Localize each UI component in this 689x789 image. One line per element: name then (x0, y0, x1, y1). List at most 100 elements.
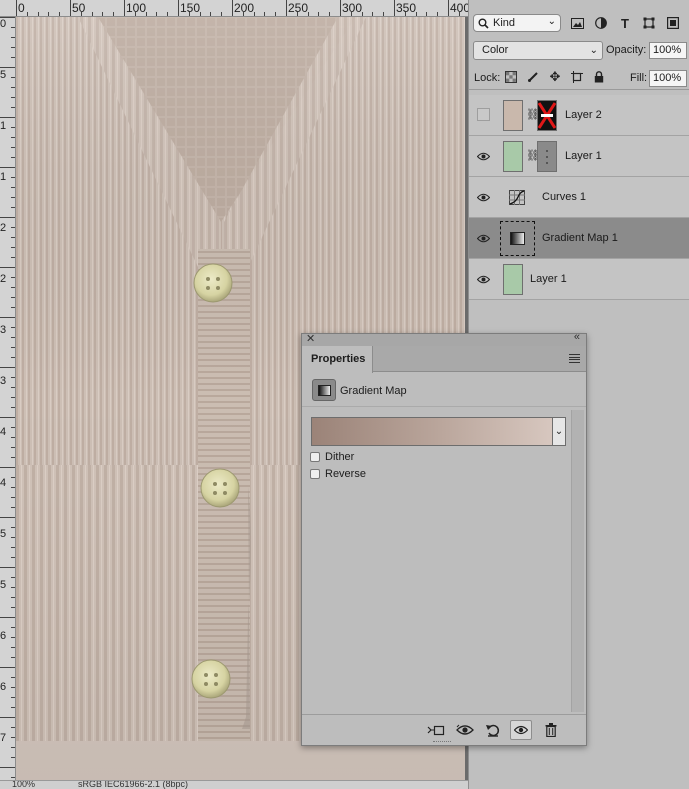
ruler-tick (11, 227, 15, 228)
eye-icon[interactable] (475, 189, 491, 205)
collapse-icon[interactable]: « (574, 331, 580, 343)
panel-scrollbar[interactable] (571, 410, 584, 712)
ruler-tick (11, 197, 15, 198)
adjustment-type-row: Gradient Map (302, 372, 586, 407)
kind-filter-select[interactable]: Kind ⌄ (473, 14, 561, 32)
ruler-label: 4 (0, 426, 7, 438)
layer-mask-thumbnail[interactable] (537, 141, 557, 172)
adjustment-type-label: Gradient Map (340, 385, 407, 397)
ruler-label: 7 (0, 732, 7, 744)
layer-row[interactable]: Curves 1 (469, 177, 689, 218)
layer-thumbnail[interactable] (503, 141, 523, 172)
toggle-visibility-icon[interactable] (510, 720, 532, 740)
reset-icon[interactable] (482, 720, 504, 740)
blend-row: Color ⌄ Opacity: 100% (469, 40, 689, 62)
ruler-tick (275, 12, 277, 16)
tab-properties[interactable]: Properties (302, 346, 373, 373)
view-previous-state-icon[interactable] (454, 720, 476, 740)
fill-field[interactable]: 100% (649, 70, 687, 87)
dither-option[interactable]: Dither (310, 450, 354, 464)
ruler-label: 0 (18, 1, 25, 15)
ruler-tick (11, 77, 15, 78)
eye-icon[interactable] (475, 271, 491, 287)
lock-all-icon[interactable] (592, 70, 606, 84)
layer-name[interactable]: Layer 1 (565, 150, 602, 162)
layer-name[interactable]: Gradient Map 1 (542, 232, 618, 244)
ruler-tick (167, 12, 169, 16)
ruler-tick (0, 117, 15, 118)
layer-row[interactable]: ⛓ Layer 2 (469, 95, 689, 136)
layer-row[interactable]: ⛓ Layer 1 (469, 136, 689, 177)
close-icon[interactable]: ✕ (306, 332, 315, 345)
ruler-tick (11, 427, 15, 428)
opacity-field[interactable]: 100% (649, 42, 687, 59)
opacity-label: Opacity: (606, 44, 647, 56)
button-3 (191, 659, 231, 699)
ruler-tick (11, 277, 15, 278)
ruler-tick (11, 687, 15, 688)
status-bar: 100% sRGB IEC61966-2.1 (8bpc) (0, 780, 468, 789)
vertical-ruler[interactable]: 0 5 1 1 2 2 3 3 4 4 5 5 6 6 7 (0, 17, 16, 780)
ruler-tick (178, 0, 179, 16)
layer-mask-thumbnail[interactable] (537, 100, 557, 131)
blend-mode-select[interactable]: Color ⌄ (473, 41, 603, 60)
layer-thumbnail[interactable] (503, 100, 523, 131)
gradient-map-icon (312, 379, 336, 401)
fill-label: Fill: (630, 72, 648, 84)
panel-title-bar[interactable]: ✕ « (302, 331, 586, 346)
properties-panel[interactable]: ✕ « Properties Gradient Map ⌄ Dither Rev… (301, 331, 587, 746)
clip-to-layer-icon[interactable] (425, 720, 447, 740)
dither-checkbox[interactable] (310, 452, 320, 462)
ruler-tick (0, 717, 15, 718)
ruler-tick (0, 217, 15, 218)
adjustment-thumbnail-frame[interactable] (500, 221, 535, 256)
adjustment-filter-icon[interactable] (594, 16, 608, 30)
gradient-picker-dropdown[interactable]: ⌄ (552, 417, 566, 446)
ruler-tick (11, 57, 15, 58)
lock-image-pixels-icon[interactable] (526, 70, 540, 84)
ruler-tick (0, 767, 15, 768)
gradient-preview-bar[interactable] (311, 417, 553, 446)
image-filter-icon[interactable] (570, 16, 584, 30)
ruler-label: 5 (0, 528, 7, 540)
ruler-tick (11, 327, 15, 328)
visibility-toggle-off[interactable] (477, 108, 490, 121)
reverse-label: Reverse (325, 468, 366, 480)
layer-row[interactable]: Layer 1 (469, 259, 689, 300)
layer-row-selected[interactable]: Gradient Map 1 (469, 218, 689, 259)
shape-filter-icon[interactable] (642, 16, 656, 30)
layer-thumbnail[interactable] (503, 264, 523, 295)
ruler-tick (11, 137, 15, 138)
delete-icon[interactable] (540, 720, 562, 740)
ruler-tick (394, 0, 395, 16)
curves-icon[interactable] (509, 190, 525, 205)
ruler-label: 1 (0, 171, 7, 183)
panel-menu-icon[interactable] (569, 354, 580, 363)
reverse-option[interactable]: Reverse (310, 467, 366, 481)
panel-resize-grip[interactable] (433, 741, 451, 744)
ruler-tick (91, 12, 93, 16)
kind-filter-label: Kind (493, 17, 516, 29)
layer-name[interactable]: Layer 2 (565, 109, 602, 121)
ruler-tick (11, 607, 15, 608)
eye-icon[interactable] (475, 148, 491, 164)
ruler-label: 300 (342, 1, 363, 15)
layer-name[interactable]: Curves 1 (542, 191, 586, 203)
ruler-label: 5 (0, 69, 7, 81)
horizontal-ruler[interactable]: 0 50 100 150 200 250 300 350 400 (0, 0, 468, 17)
document-profile[interactable]: sRGB IEC61966-2.1 (8bpc) (78, 781, 188, 789)
lock-transparent-pixels-icon[interactable] (504, 70, 518, 84)
lock-artboard-icon[interactable] (570, 70, 584, 84)
ruler-tick (11, 737, 15, 738)
layer-name[interactable]: Layer 1 (530, 273, 567, 285)
ruler-tick (0, 367, 15, 368)
smart-object-filter-icon[interactable] (666, 16, 680, 30)
ruler-tick (0, 567, 15, 568)
zoom-level[interactable]: 100% (12, 781, 35, 789)
type-filter-icon[interactable]: T (618, 16, 632, 31)
eye-icon[interactable] (475, 230, 491, 246)
ruler-tick (264, 12, 266, 16)
lock-position-icon[interactable]: ✥ (548, 69, 562, 84)
reverse-checkbox[interactable] (310, 469, 320, 479)
ruler-tick (11, 357, 15, 358)
